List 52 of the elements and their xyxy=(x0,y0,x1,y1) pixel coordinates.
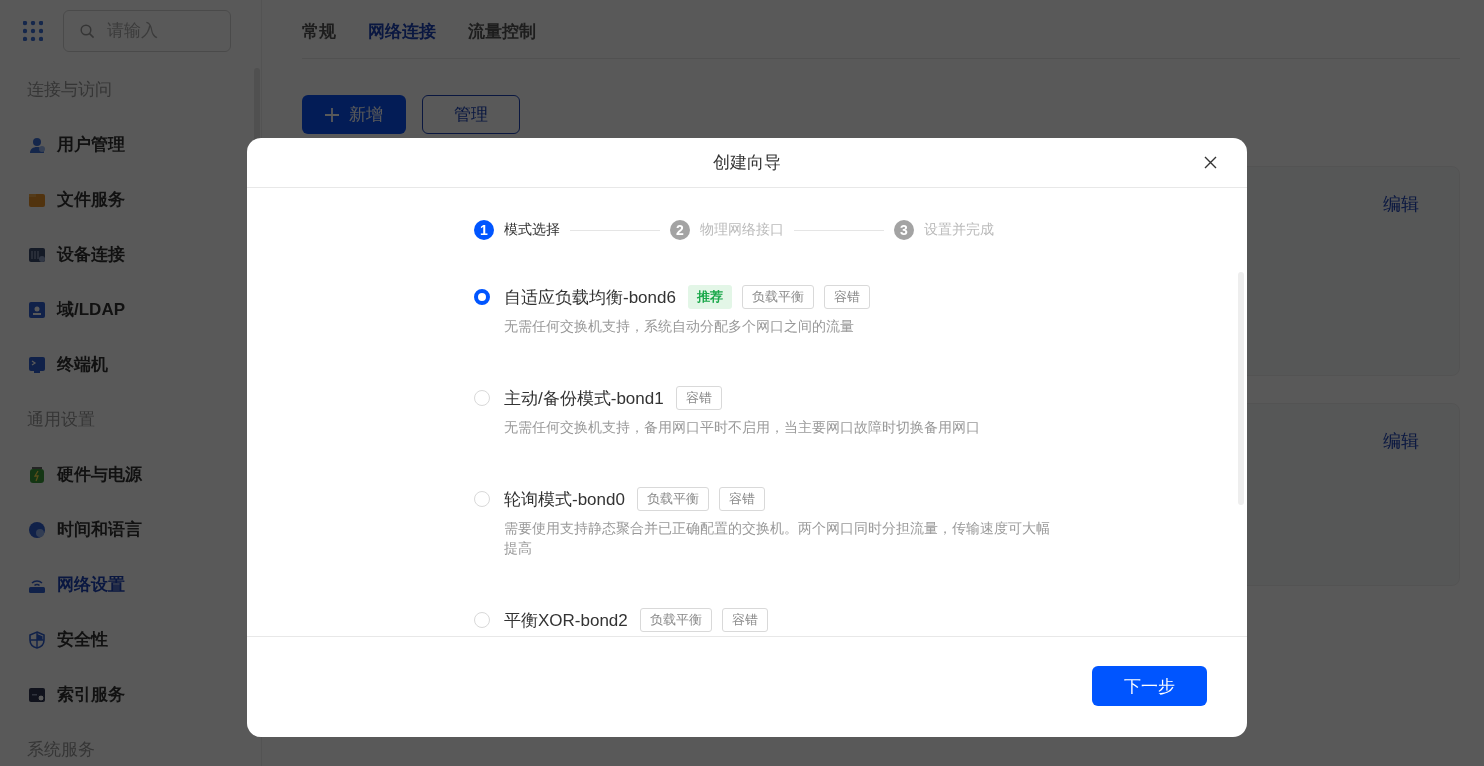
sidebar-item[interactable]: 终端机 xyxy=(0,337,261,392)
drive-icon xyxy=(28,685,46,704)
option-description: 无需任何交换机支持，系统自动分配多个网口之间的流量 xyxy=(504,317,855,336)
add-button[interactable]: 新增 xyxy=(302,95,406,134)
server-icon xyxy=(28,245,46,264)
terminal-icon xyxy=(28,355,46,374)
tag: 负载平衡 xyxy=(741,285,814,309)
apps-grid-icon[interactable] xyxy=(23,21,43,41)
step-number: 3 xyxy=(894,220,914,240)
user-icon xyxy=(28,135,46,154)
sidebar-item[interactable]: 域/LDAP xyxy=(0,282,261,337)
tab[interactable]: 网络连接 xyxy=(368,0,436,38)
tag: 负载平衡 xyxy=(639,608,712,632)
tag: 负载平衡 xyxy=(636,487,709,511)
radio-button[interactable] xyxy=(474,289,490,305)
tab[interactable]: 流量控制 xyxy=(468,0,536,38)
battery-icon xyxy=(28,465,46,484)
sidebar-item[interactable]: 设备连接 xyxy=(0,227,261,282)
sidebar-item[interactable]: 索引服务 xyxy=(0,667,261,722)
search-icon xyxy=(80,24,95,39)
step-label: 模式选择 xyxy=(504,221,560,239)
edit-link[interactable]: 编辑 xyxy=(1383,429,1419,453)
sidebar-item[interactable]: 安全性 xyxy=(0,612,261,667)
close-icon[interactable] xyxy=(1204,156,1217,169)
tag: 容错 xyxy=(718,487,765,511)
plus-icon xyxy=(325,107,339,122)
dialog-title: 创建向导 xyxy=(713,152,781,174)
option-title: 轮询模式-bond0 xyxy=(504,488,625,511)
sidebar-item[interactable]: 硬件与电源 xyxy=(0,447,261,502)
sidebar-item[interactable]: 网络设置 xyxy=(0,557,261,612)
step-number: 1 xyxy=(474,220,494,240)
id-card-icon xyxy=(28,300,46,319)
tag: 容错 xyxy=(823,285,870,309)
option-title: 主动/备份模式-bond1 xyxy=(504,387,664,410)
sidebar-item[interactable]: 用户管理 xyxy=(0,117,261,172)
sidebar-item[interactable]: 时间和语言 xyxy=(0,502,261,557)
next-button[interactable]: 下一步 xyxy=(1092,666,1207,706)
option-title: 自适应负载均衡-bond6 xyxy=(504,286,676,309)
tag: 容错 xyxy=(721,608,768,632)
tag: 推荐 xyxy=(687,285,732,309)
tag: 容错 xyxy=(675,386,722,410)
globe-icon xyxy=(28,520,46,539)
option-description: 需要使用支持静态聚合并已正确配置的交换机。两个网口同时分担流量，传输速度可大幅提高 xyxy=(504,519,1051,558)
step-label: 设置并完成 xyxy=(924,221,994,239)
edit-link[interactable]: 编辑 xyxy=(1383,192,1419,216)
option-description: 无需任何交换机支持，备用网口平时不启用，当主要网口故障时切换备用网口 xyxy=(504,418,981,437)
step-number: 2 xyxy=(670,220,690,240)
sidebar-item[interactable]: 文件服务 xyxy=(0,172,261,227)
shield-icon xyxy=(28,630,46,649)
option-title: 平衡XOR-bond2 xyxy=(504,609,628,632)
tab[interactable]: 常规 xyxy=(302,0,336,38)
manage-button[interactable]: 管理 xyxy=(422,95,520,134)
